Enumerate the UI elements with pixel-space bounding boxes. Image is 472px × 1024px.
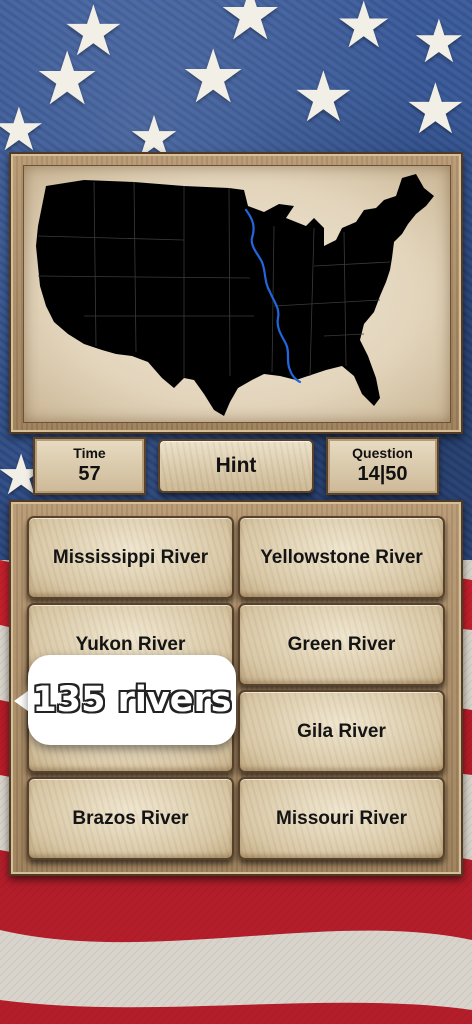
answer-button[interactable]: Brazos River xyxy=(27,777,234,860)
time-label: Time xyxy=(73,445,106,461)
time-value: 57 xyxy=(78,463,101,485)
star-icon: ★ xyxy=(0,95,46,165)
hint-button[interactable]: Hint xyxy=(158,439,314,493)
usa-map xyxy=(36,174,434,416)
question-counter: 14|50 xyxy=(357,463,408,485)
map-frame xyxy=(9,152,463,434)
star-icon: ★ xyxy=(335,0,393,63)
star-icon: ★ xyxy=(404,68,467,150)
map-parchment xyxy=(23,165,451,423)
rivers-count-bubble: 135 rivers xyxy=(28,655,236,745)
question-panel: Question 14|50 xyxy=(326,437,439,495)
time-panel: Time 57 xyxy=(33,437,146,495)
answer-button[interactable]: Yellowstone River xyxy=(238,516,445,599)
star-icon: ★ xyxy=(180,34,247,120)
answer-button[interactable]: Green River xyxy=(238,603,445,686)
answer-button[interactable]: Gila River xyxy=(238,690,445,773)
star-icon: ★ xyxy=(412,7,466,77)
star-icon: ★ xyxy=(292,56,355,138)
rivers-count-text: 135 rivers xyxy=(32,680,232,720)
answer-button[interactable]: Missouri River xyxy=(238,777,445,860)
question-label: Question xyxy=(352,445,413,461)
answer-button[interactable]: Mississippi River xyxy=(27,516,234,599)
